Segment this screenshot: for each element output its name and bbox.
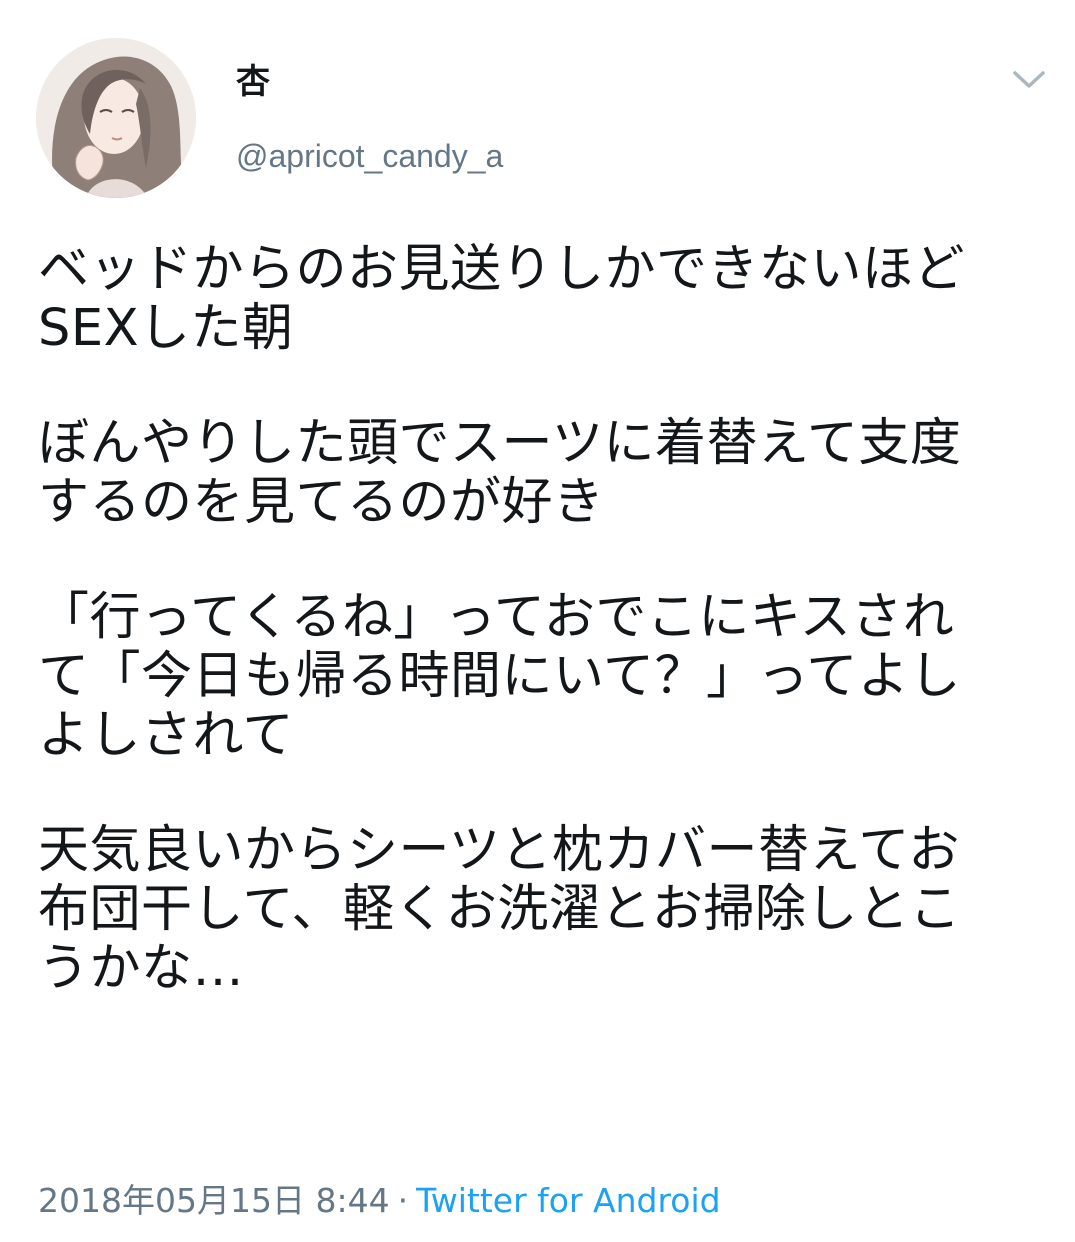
- tweet-text: ベッドからのお見送りしかできないほど SEXした朝 ぼんやりした頭でスーツに着替…: [38, 240, 1058, 1054]
- profile-illustration-icon: [36, 38, 196, 198]
- tweet-line: て「今日も帰る時間にいて？」ってよし: [38, 647, 961, 706]
- tweet-line: うかな…: [38, 939, 245, 998]
- tweet-line: ベッドからのお見送りしかできないほど: [38, 240, 966, 299]
- avatar[interactable]: [36, 38, 196, 198]
- tweet-line: ぼんやりした頭でスーツに着替えて支度: [38, 414, 962, 473]
- meta-separator: ·: [397, 1181, 409, 1220]
- tweet-line: 「行ってくるね」っておでこにキスされ: [38, 588, 955, 647]
- tweet-meta: 2018年05月15日 8:44 · Twitter for Android: [38, 1180, 721, 1222]
- display-name[interactable]: 杏: [236, 62, 270, 102]
- tweet-paragraph: ベッドからのお見送りしかできないほど SEXした朝: [38, 240, 1058, 358]
- user-handle[interactable]: @apricot_candy_a: [236, 136, 503, 176]
- tweet-line: するのを見てるのが好き: [38, 473, 605, 532]
- tweet-line: 布団干して、軽くお洗濯とお掃除しとこ: [38, 880, 961, 939]
- tweet-paragraph: 天気良いからシーツと枕カバー替えてお 布団干して、軽くお洗濯とお掃除しとこ うか…: [38, 821, 1058, 998]
- tweet-paragraph: 「行ってくるね」っておでこにキスされ て「今日も帰る時間にいて？」ってよし よし…: [38, 588, 1058, 765]
- tweet-paragraph: ぼんやりした頭でスーツに着替えて支度 するのを見てるのが好き: [38, 414, 1058, 532]
- tweet-line: よしされて: [38, 706, 294, 765]
- tweet: 杏 @apricot_candy_a ベッドからのお見送りしかできないほど SE…: [0, 0, 1075, 1242]
- tweet-menu-button[interactable]: [1006, 62, 1052, 98]
- tweet-timestamp[interactable]: 2018年05月15日 8:44: [38, 1181, 390, 1220]
- tweet-line: 天気良いからシーツと枕カバー替えてお: [38, 821, 960, 880]
- tweet-source-link[interactable]: Twitter for Android: [416, 1181, 721, 1220]
- chevron-down-icon: [1013, 71, 1045, 88]
- tweet-line: SEXした朝: [38, 299, 294, 358]
